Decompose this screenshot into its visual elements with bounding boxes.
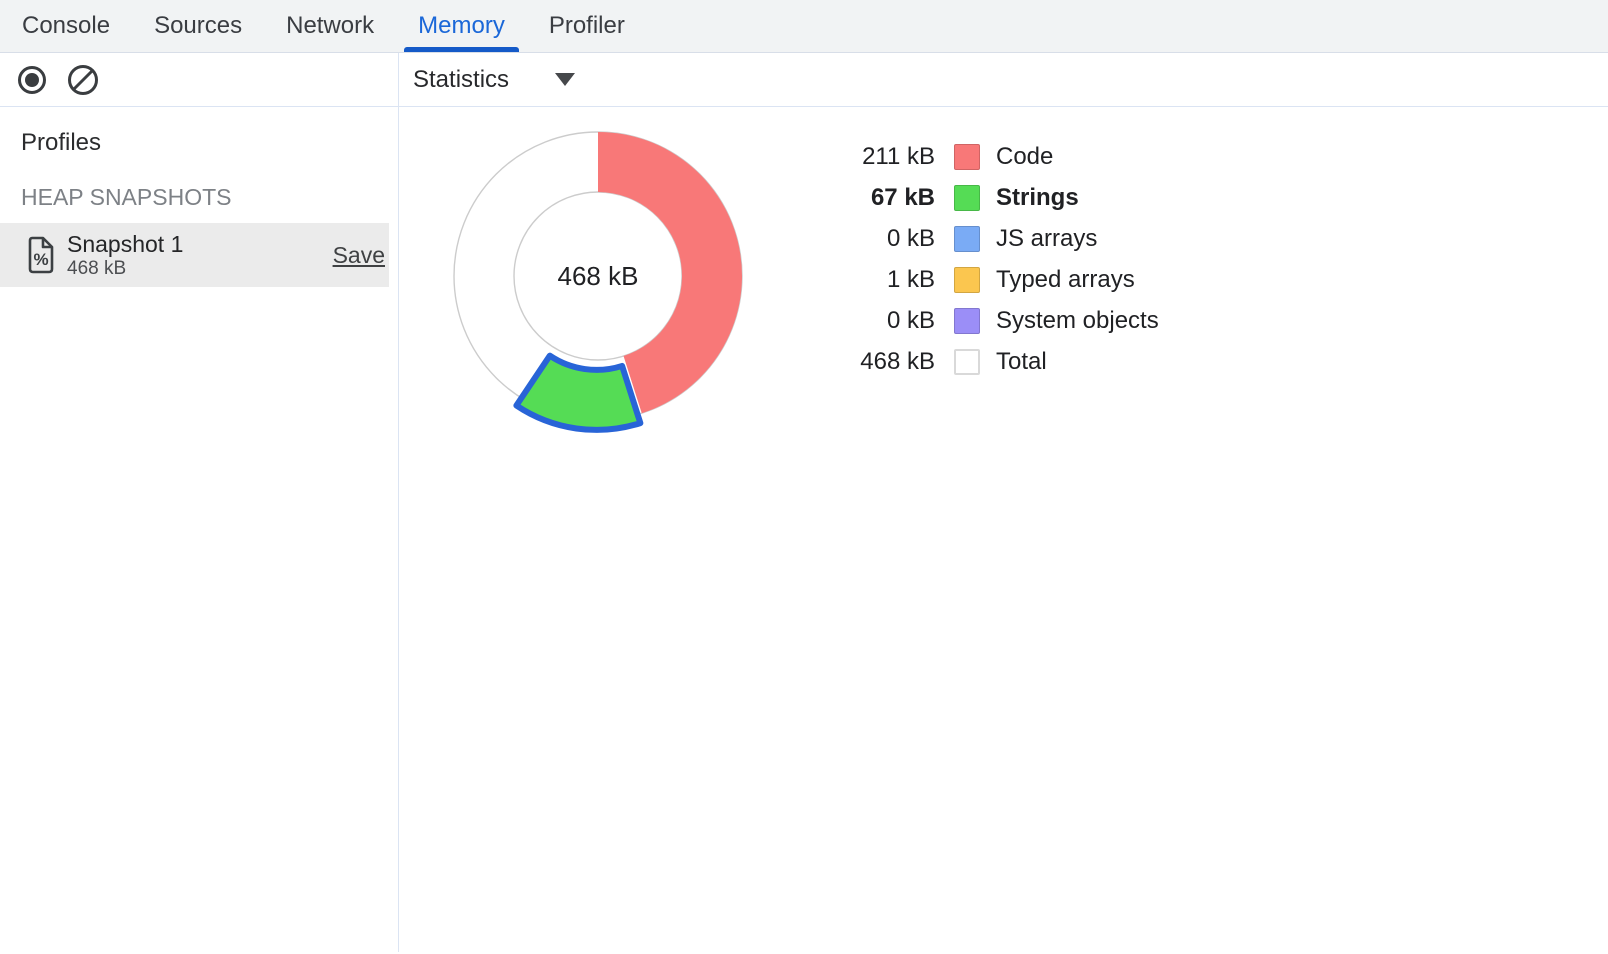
legend-row-total[interactable]: 468 kB Total xyxy=(825,341,1159,382)
clear-profiles-button[interactable] xyxy=(65,62,101,98)
chart-legend: 211 kB Code 67 kB Strings 0 kB JS arrays… xyxy=(825,136,1159,382)
legend-swatch xyxy=(954,308,980,334)
snapshot-list-item[interactable]: % Snapshot 1 468 kB Save xyxy=(0,223,389,287)
legend-value: 211 kB xyxy=(825,143,935,171)
legend-label: Code xyxy=(996,143,1053,171)
donut-slice-strings[interactable] xyxy=(516,356,640,430)
legend-value: 67 kB xyxy=(825,184,935,212)
perspective-select[interactable]: Statistics xyxy=(413,66,575,94)
tab-sources[interactable]: Sources xyxy=(140,0,256,52)
legend-row-strings[interactable]: 67 kB Strings xyxy=(825,177,1159,218)
devtools-tab-bar: Console Sources Network Memory Profiler xyxy=(0,0,1608,53)
svg-text:%: % xyxy=(33,250,48,269)
legend-value: 0 kB xyxy=(825,225,935,253)
tab-memory[interactable]: Memory xyxy=(404,0,519,52)
legend-label: Typed arrays xyxy=(996,266,1135,294)
legend-label: Strings xyxy=(996,184,1079,212)
profiles-toolbar xyxy=(0,53,399,106)
snapshot-title: Snapshot 1 xyxy=(67,231,183,258)
legend-label: System objects xyxy=(996,307,1159,335)
legend-swatch xyxy=(954,185,980,211)
record-heap-snapshot-button[interactable] xyxy=(14,62,50,98)
legend-label: JS arrays xyxy=(996,225,1097,253)
legend-row-code[interactable]: 211 kB Code xyxy=(825,136,1159,177)
save-snapshot-link[interactable]: Save xyxy=(333,242,385,269)
perspective-select-value: Statistics xyxy=(413,66,509,94)
tab-network[interactable]: Network xyxy=(272,0,388,52)
profiles-sidebar: Profiles HEAP SNAPSHOTS % Snapshot 1 468… xyxy=(0,107,399,952)
legend-row-typed-arrays[interactable]: 1 kB Typed arrays xyxy=(825,259,1159,300)
statistics-donut-chart: 468 kB xyxy=(438,116,758,466)
heap-snapshots-heading: HEAP SNAPSHOTS xyxy=(21,184,398,211)
legend-value: 1 kB xyxy=(825,266,935,294)
snapshot-size: 468 kB xyxy=(67,258,183,279)
statistics-view: 468 kB 211 kB Code 67 kB Strings 0 kB JS… xyxy=(399,107,1608,952)
tab-profiler[interactable]: Profiler xyxy=(535,0,639,52)
legend-swatch xyxy=(954,267,980,293)
donut-center-label: 468 kB xyxy=(558,261,639,291)
block-icon xyxy=(66,63,100,97)
legend-row-js-arrays[interactable]: 0 kB JS arrays xyxy=(825,218,1159,259)
legend-swatch xyxy=(954,349,980,375)
record-icon xyxy=(16,64,48,96)
tab-console[interactable]: Console xyxy=(8,0,124,52)
legend-row-system-objects[interactable]: 0 kB System objects xyxy=(825,300,1159,341)
triangle-down-icon xyxy=(555,73,575,86)
view-toolbar: Statistics xyxy=(399,53,1608,106)
memory-panel-toolbar: Statistics xyxy=(0,53,1608,107)
sidebar-title: Profiles xyxy=(21,129,398,157)
legend-value: 468 kB xyxy=(825,348,935,376)
legend-swatch xyxy=(954,226,980,252)
document-percent-icon: % xyxy=(26,236,56,274)
legend-label: Total xyxy=(996,348,1047,376)
legend-swatch xyxy=(954,144,980,170)
legend-value: 0 kB xyxy=(825,307,935,335)
snapshot-info: Snapshot 1 468 kB xyxy=(67,231,183,279)
panel-content: Profiles HEAP SNAPSHOTS % Snapshot 1 468… xyxy=(0,107,1608,952)
